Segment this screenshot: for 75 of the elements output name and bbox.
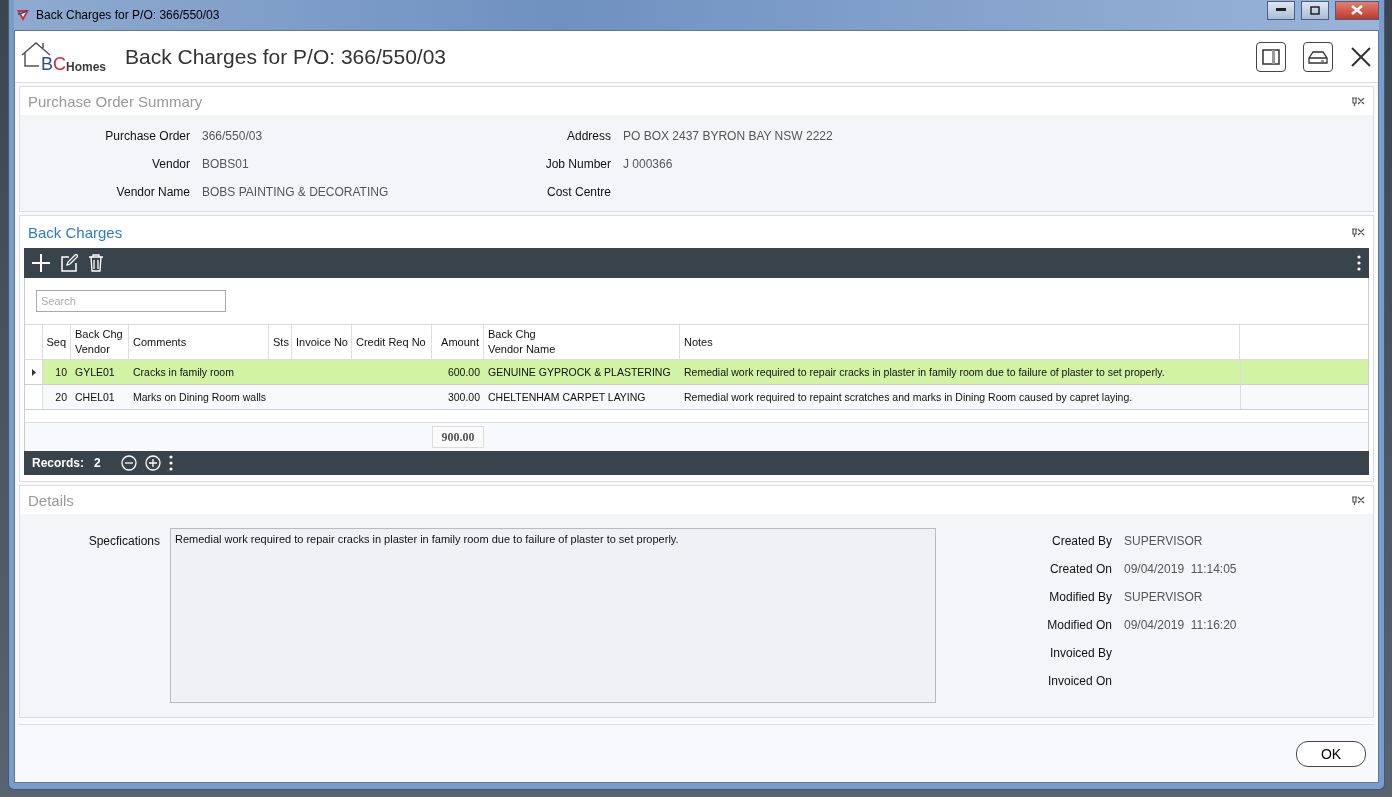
logo-text: C: [53, 54, 66, 73]
specifications-field[interactable]: Remedial work required to repair cracks in plaster in family room due to failure of plaster to set properly.: [170, 528, 936, 703]
minimize-button[interactable]: [1267, 0, 1295, 20]
field-label: Invoiced On: [1046, 674, 1112, 690]
close-icon[interactable]: [1350, 45, 1372, 68]
table-cell: CHELTENHAM CARPET LAYING: [484, 385, 680, 410]
field-label: Job Number: [544, 157, 611, 173]
edit-icon[interactable]: [60, 254, 78, 272]
field-label: Vendor: [150, 157, 190, 173]
window-title: Back Charges for P/O: 366/550/03: [36, 8, 221, 22]
panel-title: Purchase Order Summary: [28, 92, 203, 110]
table-cell: 10: [43, 360, 71, 385]
table-cell: GYLE01: [71, 360, 129, 385]
maximize-icon: [1310, 5, 1320, 15]
split-view-button[interactable]: [1256, 41, 1286, 72]
records-label: Records:: [32, 456, 84, 470]
table-cell: Remedial work required to repaint scratches and marks in Dining Room caused by capret laying.: [680, 385, 1240, 410]
table-cell: 20: [43, 385, 71, 410]
logo-text: B: [41, 54, 53, 73]
drive-icon: [1308, 49, 1328, 64]
field-label: Created On: [1048, 562, 1112, 578]
amount-total: 900.00: [432, 426, 484, 448]
table-cell: 300.00: [432, 385, 484, 410]
field-value: 09/04/2019 11:14:05: [1124, 562, 1238, 578]
field-label: Modified On: [1046, 618, 1112, 634]
field-value: SUPERVISOR: [1124, 590, 1204, 606]
more-icon[interactable]: [1357, 255, 1361, 271]
field-value: BOBS01: [202, 157, 250, 173]
table-cell: 600.00: [432, 360, 484, 385]
table-cell: Marks on Dining Room walls: [129, 385, 269, 410]
field-label: Address: [565, 129, 611, 145]
minimize-icon: [1276, 8, 1286, 12]
table-row[interactable]: 20 CHEL01 Marks on Dining Room walls 300.00 CHELTENHAM CARPET LAYING Remedial work required to repaint scratches and marks in Dining Room caused by capret laying.: [25, 385, 1368, 410]
more-icon[interactable]: [168, 455, 173, 471]
field-value: SUPERVISOR: [1124, 534, 1204, 550]
field-value: 09/04/2019 11:16:20: [1124, 618, 1238, 634]
maximize-button[interactable]: [1301, 0, 1329, 20]
field-value: 366/550/03: [202, 129, 264, 145]
collapse-icon[interactable]: [120, 455, 137, 471]
pin-close-icon[interactable]: [1351, 495, 1365, 505]
field-value: J 000366: [623, 157, 674, 173]
table-row[interactable]: 10 GYLE01 Cracks in family room 600.00 GENUINE GYPROCK & PLASTERING Remedial work required to repair cracks in plaster in family room due to failure of plaster to set properly.: [25, 360, 1368, 385]
field-label: Specfications: [87, 534, 160, 550]
field-label: Invoiced By: [1048, 646, 1112, 662]
table-cell: CHEL01: [71, 385, 129, 410]
panel-title: Details: [28, 491, 74, 509]
table-cell: GENUINE GYPROCK & PLASTERING: [484, 360, 680, 385]
page-title: Back Charges for P/O: 366/550/03: [125, 44, 448, 69]
records-count: 2: [94, 456, 101, 470]
pin-close-icon[interactable]: [1351, 227, 1365, 237]
field-label: Created By: [1050, 534, 1112, 550]
field-label: Vendor Name: [115, 185, 190, 201]
expand-icon[interactable]: [144, 455, 161, 471]
pin-close-icon[interactable]: [1351, 96, 1365, 106]
field-value: PO BOX 2437 BYRON BAY NSW 2222: [623, 129, 834, 145]
ok-button[interactable]: OK: [1296, 740, 1366, 767]
field-label: Cost Centre: [545, 185, 611, 201]
close-icon: [1351, 5, 1363, 15]
field-label: Modified By: [1048, 590, 1112, 606]
search-field[interactable]: Search: [36, 290, 226, 312]
field-label: Purchase Order: [104, 129, 190, 145]
panel-title: Back Charges: [28, 223, 123, 241]
app-icon: [16, 8, 30, 22]
split-view-icon: [1262, 48, 1280, 65]
logo-text: Homes: [66, 60, 107, 73]
add-icon[interactable]: [32, 254, 50, 272]
current-row-icon: [31, 368, 36, 376]
table-cell: Cracks in family room: [129, 360, 269, 385]
column-header[interactable]: Back Chg Vendor Name: [484, 324, 680, 360]
field-value: BOBS PAINTING & DECORATING: [202, 185, 390, 201]
column-header[interactable]: Notes: [680, 324, 1240, 360]
table-cell: Remedial work required to repair cracks in plaster in family room due to failure of plaster to set properly.: [680, 360, 1240, 385]
delete-icon[interactable]: [88, 254, 104, 272]
close-button[interactable]: [1335, 0, 1379, 20]
drive-button[interactable]: [1303, 41, 1333, 72]
